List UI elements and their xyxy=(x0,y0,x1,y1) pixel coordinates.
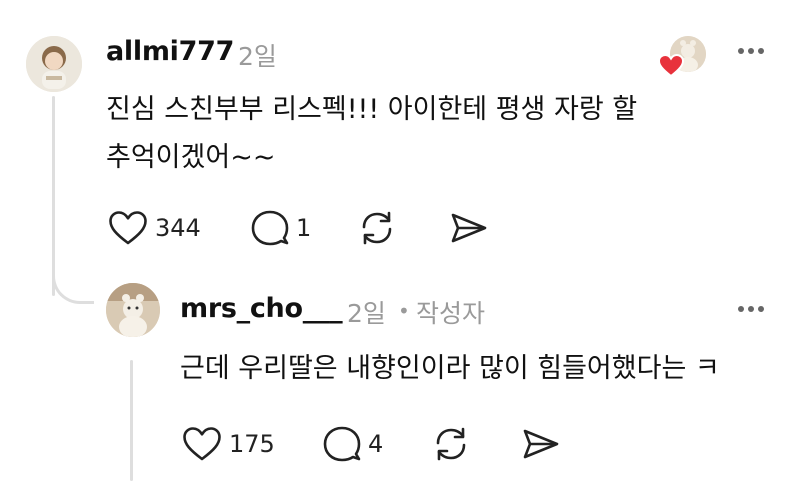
heart-icon xyxy=(109,211,147,245)
send-icon xyxy=(451,213,487,243)
reply-repost-button[interactable] xyxy=(432,426,470,462)
like-button[interactable] xyxy=(108,210,148,246)
red-heart-badge xyxy=(658,54,684,78)
reply-more-options-icon[interactable] xyxy=(736,304,766,314)
reply-avatar[interactable] xyxy=(106,283,160,337)
repost-icon xyxy=(436,427,466,461)
comment-bubble-icon xyxy=(251,210,289,246)
reply-username[interactable]: mrs_cho___ xyxy=(180,293,343,324)
thread-connector-curve xyxy=(52,262,94,304)
repost-button[interactable] xyxy=(358,210,396,246)
avatar[interactable] xyxy=(26,36,82,92)
more-options-icon[interactable] xyxy=(736,46,766,56)
comment-timestamp: 2일 xyxy=(238,42,277,71)
reply-like-button[interactable] xyxy=(182,426,222,462)
reply-timestamp: 2일 xyxy=(347,299,386,328)
reply-count: 1 xyxy=(296,214,312,242)
comment-text-line-1: 진심 스친부부 리스펙!!! 아이한테 평생 자랑 할 xyxy=(106,94,638,125)
comment-username[interactable]: allmi777 xyxy=(106,36,234,67)
send-icon xyxy=(523,429,559,459)
author-tag: 작성자 xyxy=(416,299,486,328)
reply-like-count: 175 xyxy=(229,430,275,458)
heart-icon xyxy=(183,427,221,461)
reply-reply-button[interactable] xyxy=(322,425,362,463)
reply-avatar-image xyxy=(106,283,160,337)
reply-text: 근데 우리딸은 내향인이라 많이 힘들어했다는 ㅋ xyxy=(180,353,720,384)
avatar-image xyxy=(26,36,82,92)
comment-bubble-icon xyxy=(323,426,361,462)
reply-share-button[interactable] xyxy=(522,428,560,460)
like-count: 344 xyxy=(155,214,201,242)
reply-reply-count: 4 xyxy=(368,430,384,458)
share-button[interactable] xyxy=(450,212,488,244)
comment-text-line-2: 추억이겠어~~ xyxy=(106,142,276,173)
reply-thread-line xyxy=(130,360,133,481)
meta-separator: • xyxy=(398,299,410,323)
repost-icon xyxy=(362,211,392,245)
reply-button[interactable] xyxy=(250,209,290,247)
